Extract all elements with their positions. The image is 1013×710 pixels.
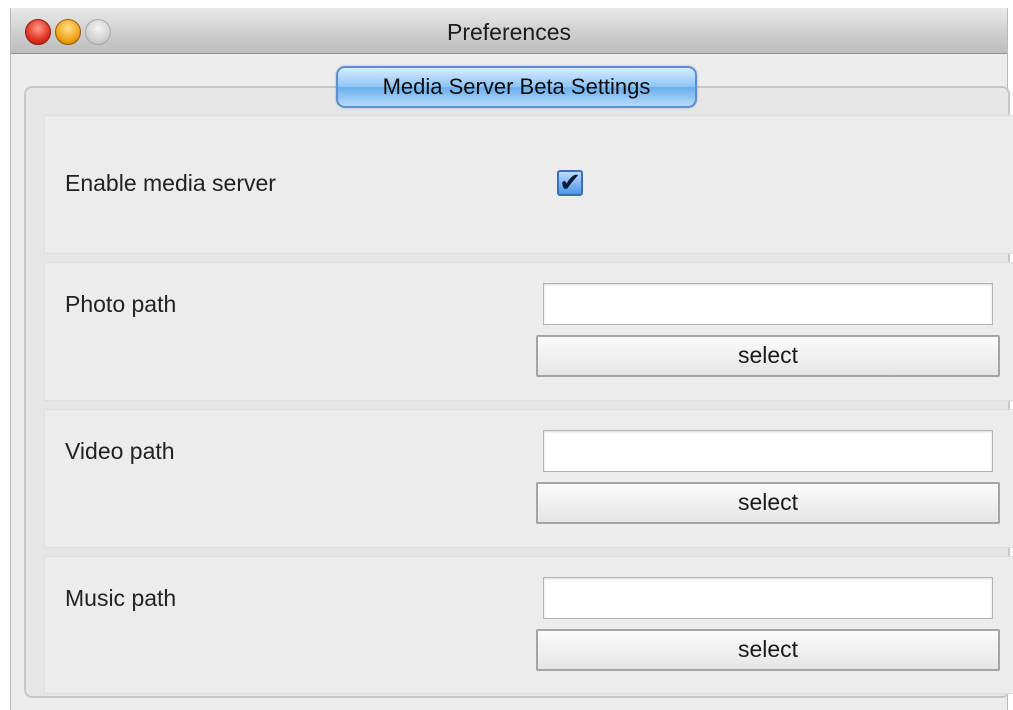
title-bar[interactable]: Preferences bbox=[11, 8, 1007, 54]
enable-media-server-label: Enable media server bbox=[65, 170, 276, 196]
video-path-section: Video path select bbox=[44, 409, 1013, 548]
photo-path-select-button[interactable]: select bbox=[536, 335, 1000, 377]
music-path-select-button[interactable]: select bbox=[536, 629, 1000, 671]
tab-media-server-beta-settings[interactable]: Media Server Beta Settings bbox=[336, 66, 697, 108]
checkmark-icon: ✔ bbox=[559, 167, 581, 197]
tab-content-panel: Enable media server ✔ Photo path select … bbox=[24, 86, 1013, 698]
music-path-section: Music path select bbox=[44, 556, 1013, 694]
music-path-input[interactable] bbox=[543, 577, 993, 619]
music-path-label: Music path bbox=[65, 585, 177, 611]
enable-media-server-section: Enable media server ✔ bbox=[44, 115, 1013, 254]
photo-path-input[interactable] bbox=[543, 283, 993, 325]
video-path-select-button[interactable]: select bbox=[536, 482, 1000, 524]
video-path-label: Video path bbox=[65, 438, 175, 464]
photo-path-label: Photo path bbox=[65, 291, 177, 317]
video-path-input[interactable] bbox=[543, 430, 993, 472]
window-title: Preferences bbox=[446, 19, 571, 45]
preferences-window: Preferences Enable media server ✔ Photo … bbox=[10, 8, 1013, 710]
photo-path-section: Photo path select bbox=[44, 262, 1013, 401]
enable-media-server-checkbox[interactable]: ✔ bbox=[557, 167, 583, 197]
